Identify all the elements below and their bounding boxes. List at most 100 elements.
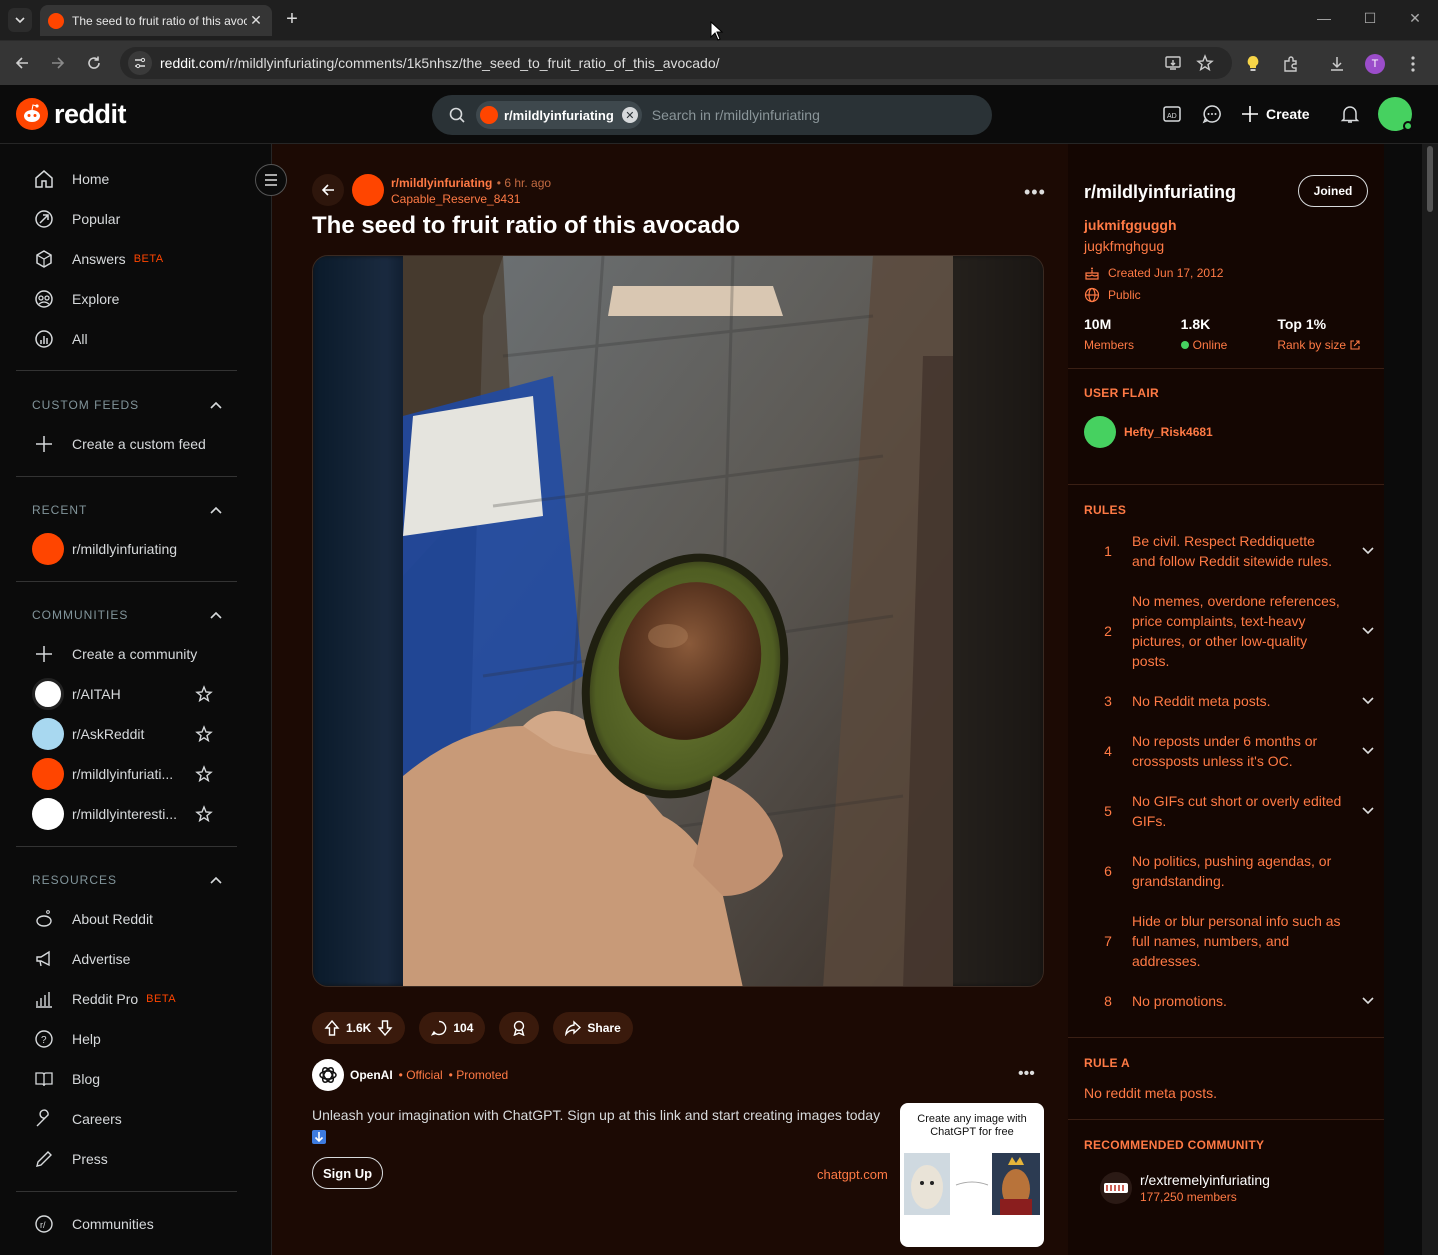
rule-item[interactable]: 4 No reposts under 6 months or crossposts… [1084, 731, 1374, 771]
install-app-icon[interactable] [1164, 54, 1182, 72]
favorite-star-icon[interactable] [195, 765, 213, 783]
recommended-header: RECOMMENDED COMMUNITY [1084, 1138, 1265, 1152]
bookmark-star-icon[interactable] [1196, 54, 1214, 72]
resource-help[interactable]: ? Help [32, 1019, 242, 1059]
chat-icon[interactable] [1200, 102, 1224, 126]
openai-logo-icon[interactable] [312, 1059, 344, 1091]
resource-about-reddit[interactable]: About Reddit [32, 899, 242, 939]
resources-header[interactable]: RESOURCES [32, 873, 222, 887]
rule-item[interactable]: 1 Be civil. Respect Reddiquette and follo… [1084, 531, 1374, 571]
advertise-icon[interactable]: AD [1160, 102, 1184, 126]
rule-item[interactable]: 2 No memes, overdone references, price co… [1084, 591, 1374, 671]
download-icon[interactable] [1326, 53, 1348, 75]
user-flair[interactable]: Hefty_Risk4681 [1084, 416, 1213, 448]
advertiser-name[interactable]: OpenAI [350, 1068, 393, 1082]
sign-up-button[interactable]: Sign Up [312, 1157, 384, 1189]
back-icon[interactable] [11, 52, 33, 74]
back-button[interactable] [312, 174, 344, 206]
sidebar-item-home[interactable]: Home [32, 159, 242, 199]
reddit-logo[interactable]: reddit [16, 98, 127, 130]
beta-badge: BETA [133, 253, 164, 265]
joined-button[interactable]: Joined [1298, 175, 1368, 207]
stat-rank[interactable]: Top 1% Rank by size [1277, 316, 1374, 352]
community-item-mildlyinteresting[interactable]: r/mildlyinteresti... [32, 794, 242, 834]
create-community[interactable]: Create a community [32, 634, 242, 674]
recent-header[interactable]: RECENT [32, 503, 222, 517]
chevron-up-icon [210, 506, 222, 514]
forward-icon[interactable] [47, 52, 69, 74]
subreddit-avatar[interactable] [352, 174, 384, 206]
tab-search-button[interactable] [8, 8, 32, 32]
favorite-star-icon[interactable] [195, 805, 213, 823]
sidebar-item-answers[interactable]: Answers BETA [32, 239, 242, 279]
sidebar-item-all[interactable]: All [32, 319, 242, 359]
post-image[interactable] [312, 255, 1044, 987]
create-custom-feed[interactable]: Create a custom feed [32, 424, 242, 464]
create-post-button[interactable]: Create [1240, 104, 1310, 124]
award-button[interactable] [499, 1012, 540, 1044]
rule-item[interactable]: 7 Hide or blur personal info such as full… [1084, 911, 1374, 971]
browser-menu-icon[interactable] [1402, 53, 1424, 75]
promo-domain-link[interactable]: chatgpt.com [817, 1167, 888, 1182]
window-close-icon[interactable]: ✕ [1405, 10, 1425, 30]
extensions-puzzle-icon[interactable] [1280, 53, 1302, 75]
community-title[interactable]: r/mildlyinfuriating [1084, 182, 1236, 203]
reload-icon[interactable] [83, 52, 105, 74]
clear-scope-icon[interactable]: ✕ [621, 107, 638, 123]
rule-item[interactable]: 5 No GIFs cut short or overly edited GIFs… [1084, 791, 1374, 831]
plus-icon [1242, 106, 1258, 122]
resource-press[interactable]: Press [32, 1139, 242, 1179]
rule-item[interactable]: 8 No promotions. [1084, 991, 1374, 1011]
share-button[interactable]: Share [553, 1012, 633, 1044]
resource-reddit-pro[interactable]: Reddit Pro BETA [32, 979, 242, 1019]
browser-tab[interactable]: The seed to fruit ratio of this avocado … [40, 5, 272, 36]
sidebar-item-communities[interactable]: r/ Communities [32, 1204, 242, 1244]
resource-advertise[interactable]: Advertise [32, 939, 242, 979]
maximize-icon[interactable]: ☐ [1360, 10, 1380, 30]
site-info-icon[interactable] [128, 51, 152, 75]
notifications-bell-icon[interactable] [1338, 102, 1362, 126]
page-scrollbar[interactable] [1422, 144, 1438, 1255]
sidebar-item-popular[interactable]: Popular [32, 199, 242, 239]
promo-overflow-menu-icon[interactable]: ••• [1018, 1065, 1035, 1083]
favorite-star-icon[interactable] [195, 685, 213, 703]
user-avatar[interactable] [1377, 97, 1413, 131]
promoted-tag: • Promoted [448, 1068, 509, 1082]
downvote-icon[interactable] [377, 1020, 393, 1036]
recommended-community[interactable]: r/extremelyinfuriating 177,250 members [1100, 1172, 1270, 1204]
tab-close-icon[interactable]: ✕ [248, 12, 264, 29]
post-title: The seed to fruit ratio of this avocado [312, 212, 741, 239]
profile-avatar[interactable]: T [1364, 53, 1386, 75]
new-tab-button[interactable]: + [282, 9, 302, 30]
rule-item[interactable]: 3 No Reddit meta posts. [1084, 691, 1374, 711]
community-item-askreddit[interactable]: r/AskReddit [32, 714, 242, 754]
divider [1068, 1119, 1384, 1120]
divider [1068, 484, 1384, 485]
search-bar[interactable]: r/mildlyinfuriating ✕ Search in r/mildly… [432, 95, 992, 135]
recent-item-mildlyinfuriating[interactable]: r/mildlyinfuriating [32, 529, 242, 569]
communities-header[interactable]: COMMUNITIES [32, 608, 222, 622]
promo-thumbnail[interactable]: Create any image with ChatGPT for free [900, 1103, 1044, 1247]
sidebar-item-explore[interactable]: Explore [32, 279, 242, 319]
promo-thumbnail-text: Create any image with ChatGPT for free [917, 1113, 1027, 1138]
scrollbar-thumb[interactable] [1427, 146, 1433, 212]
favorite-star-icon[interactable] [195, 725, 213, 743]
megaphone-icon [32, 947, 56, 971]
subreddit-link[interactable]: r/mildlyinfuriating [391, 176, 492, 190]
minimize-icon[interactable]: — [1314, 10, 1334, 30]
search-input[interactable]: Search in r/mildlyinfuriating [652, 107, 820, 123]
author-link[interactable]: Capable_Reserve_8431 [391, 192, 551, 206]
post-overflow-menu-icon[interactable]: ••• [1024, 182, 1046, 203]
custom-feeds-header[interactable]: CUSTOM FEEDS [32, 398, 222, 412]
upvote-icon[interactable] [324, 1020, 340, 1036]
extension-bulb-icon[interactable] [1242, 53, 1264, 75]
comments-button[interactable]: 104 [419, 1012, 486, 1044]
community-item-mildlyinfuriating[interactable]: r/mildlyinfuriati... [32, 754, 242, 794]
resource-careers[interactable]: Careers [32, 1099, 242, 1139]
collapse-sidebar-button[interactable] [255, 164, 287, 196]
search-icon [448, 106, 466, 124]
address-bar[interactable]: reddit.com/r/mildlyinfuriating/comments/… [120, 47, 1232, 79]
rule-item[interactable]: 6 No politics, pushing agendas, or grands… [1084, 851, 1374, 891]
community-item-aitah[interactable]: r/AITAH [32, 674, 242, 714]
resource-blog[interactable]: Blog [32, 1059, 242, 1099]
